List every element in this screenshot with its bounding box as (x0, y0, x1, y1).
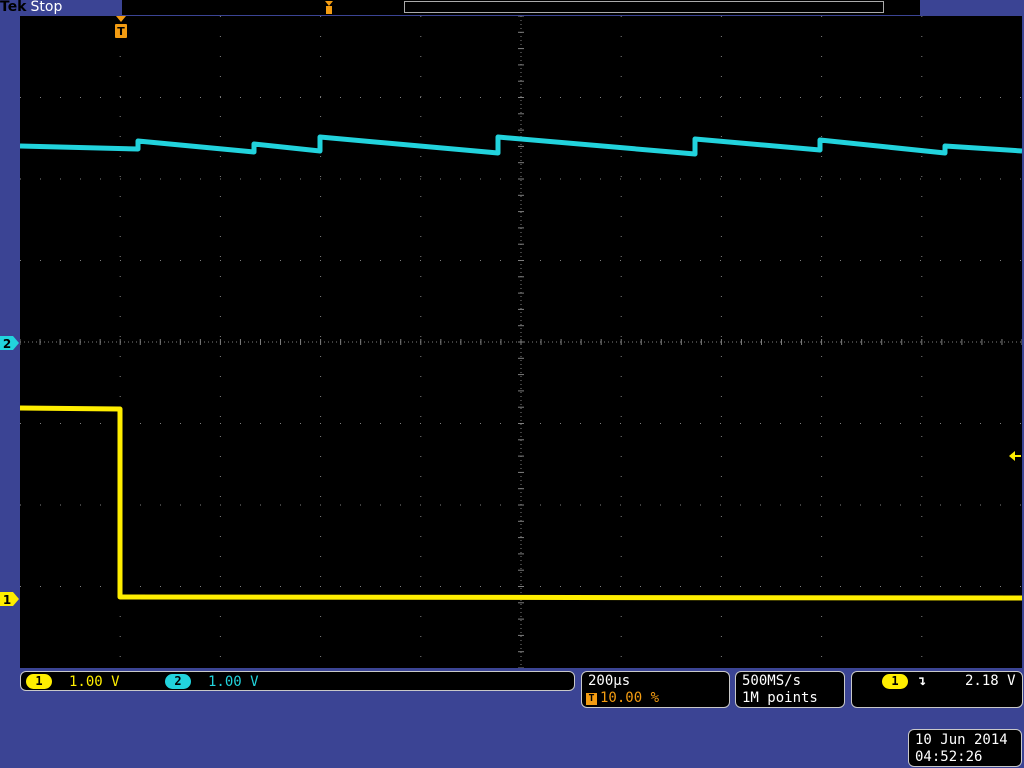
falling-edge-icon[interactable]: ↴ (918, 673, 926, 690)
waveform-display[interactable] (20, 16, 1022, 668)
horizontal-panel[interactable]: 200µs T 10.00 % (581, 671, 730, 708)
trigger-level[interactable]: 2.18 V (965, 673, 1016, 690)
graticule (20, 16, 1022, 668)
record-view-bar[interactable] (122, 0, 920, 15)
sample-rate[interactable]: 500MS/s (742, 673, 801, 690)
trigger-position-marker-icon[interactable]: T (113, 16, 129, 40)
ch2-ground-marker-icon[interactable]: 2 (0, 335, 20, 351)
brand-label: Tek Stop (0, 0, 62, 15)
trigger-position-record-icon (325, 1, 333, 14)
trigger-panel[interactable]: 1 ↴ 2.18 V (851, 671, 1023, 708)
horizontal-scale[interactable]: 200µs (588, 673, 630, 690)
trigger-source-badge[interactable]: 1 (882, 674, 908, 689)
ch2-badge[interactable]: 2 (165, 674, 191, 689)
record-view-window[interactable] (404, 1, 884, 13)
trigger-level-marker-icon[interactable] (1008, 450, 1022, 462)
brand-logo: Tek (0, 0, 27, 15)
ch1-marker-label: 1 (3, 593, 11, 607)
trigger-badge-icon: T (586, 693, 597, 705)
time-label: 04:52:26 (915, 749, 983, 765)
channel-readout-panel[interactable]: 1 1.00 V 2 1.00 V (20, 671, 575, 691)
run-state: Stop (30, 0, 63, 15)
date-label: 10 Jun 2014 (915, 732, 1008, 748)
acquisition-panel[interactable]: 500MS/s 1M points (735, 671, 845, 708)
ch2-marker-label: 2 (3, 337, 11, 351)
horizontal-position-value: 10.00 % (600, 690, 660, 706)
record-length[interactable]: 1M points (742, 690, 818, 707)
trigger-marker-label: T (117, 25, 125, 38)
ch2-scale[interactable]: 1.00 V (208, 673, 259, 691)
ch1-scale[interactable]: 1.00 V (69, 673, 120, 691)
ch1-badge[interactable]: 1 (26, 674, 52, 689)
status-bar: Tek Stop (0, 0, 1024, 16)
ch1-ground-marker-icon[interactable]: 1 (0, 591, 20, 607)
datetime-panel: 10 Jun 2014 04:52:26 (908, 729, 1022, 767)
horizontal-position[interactable]: T 10.00 % (586, 690, 659, 707)
ch2-waveform (20, 134, 1022, 157)
